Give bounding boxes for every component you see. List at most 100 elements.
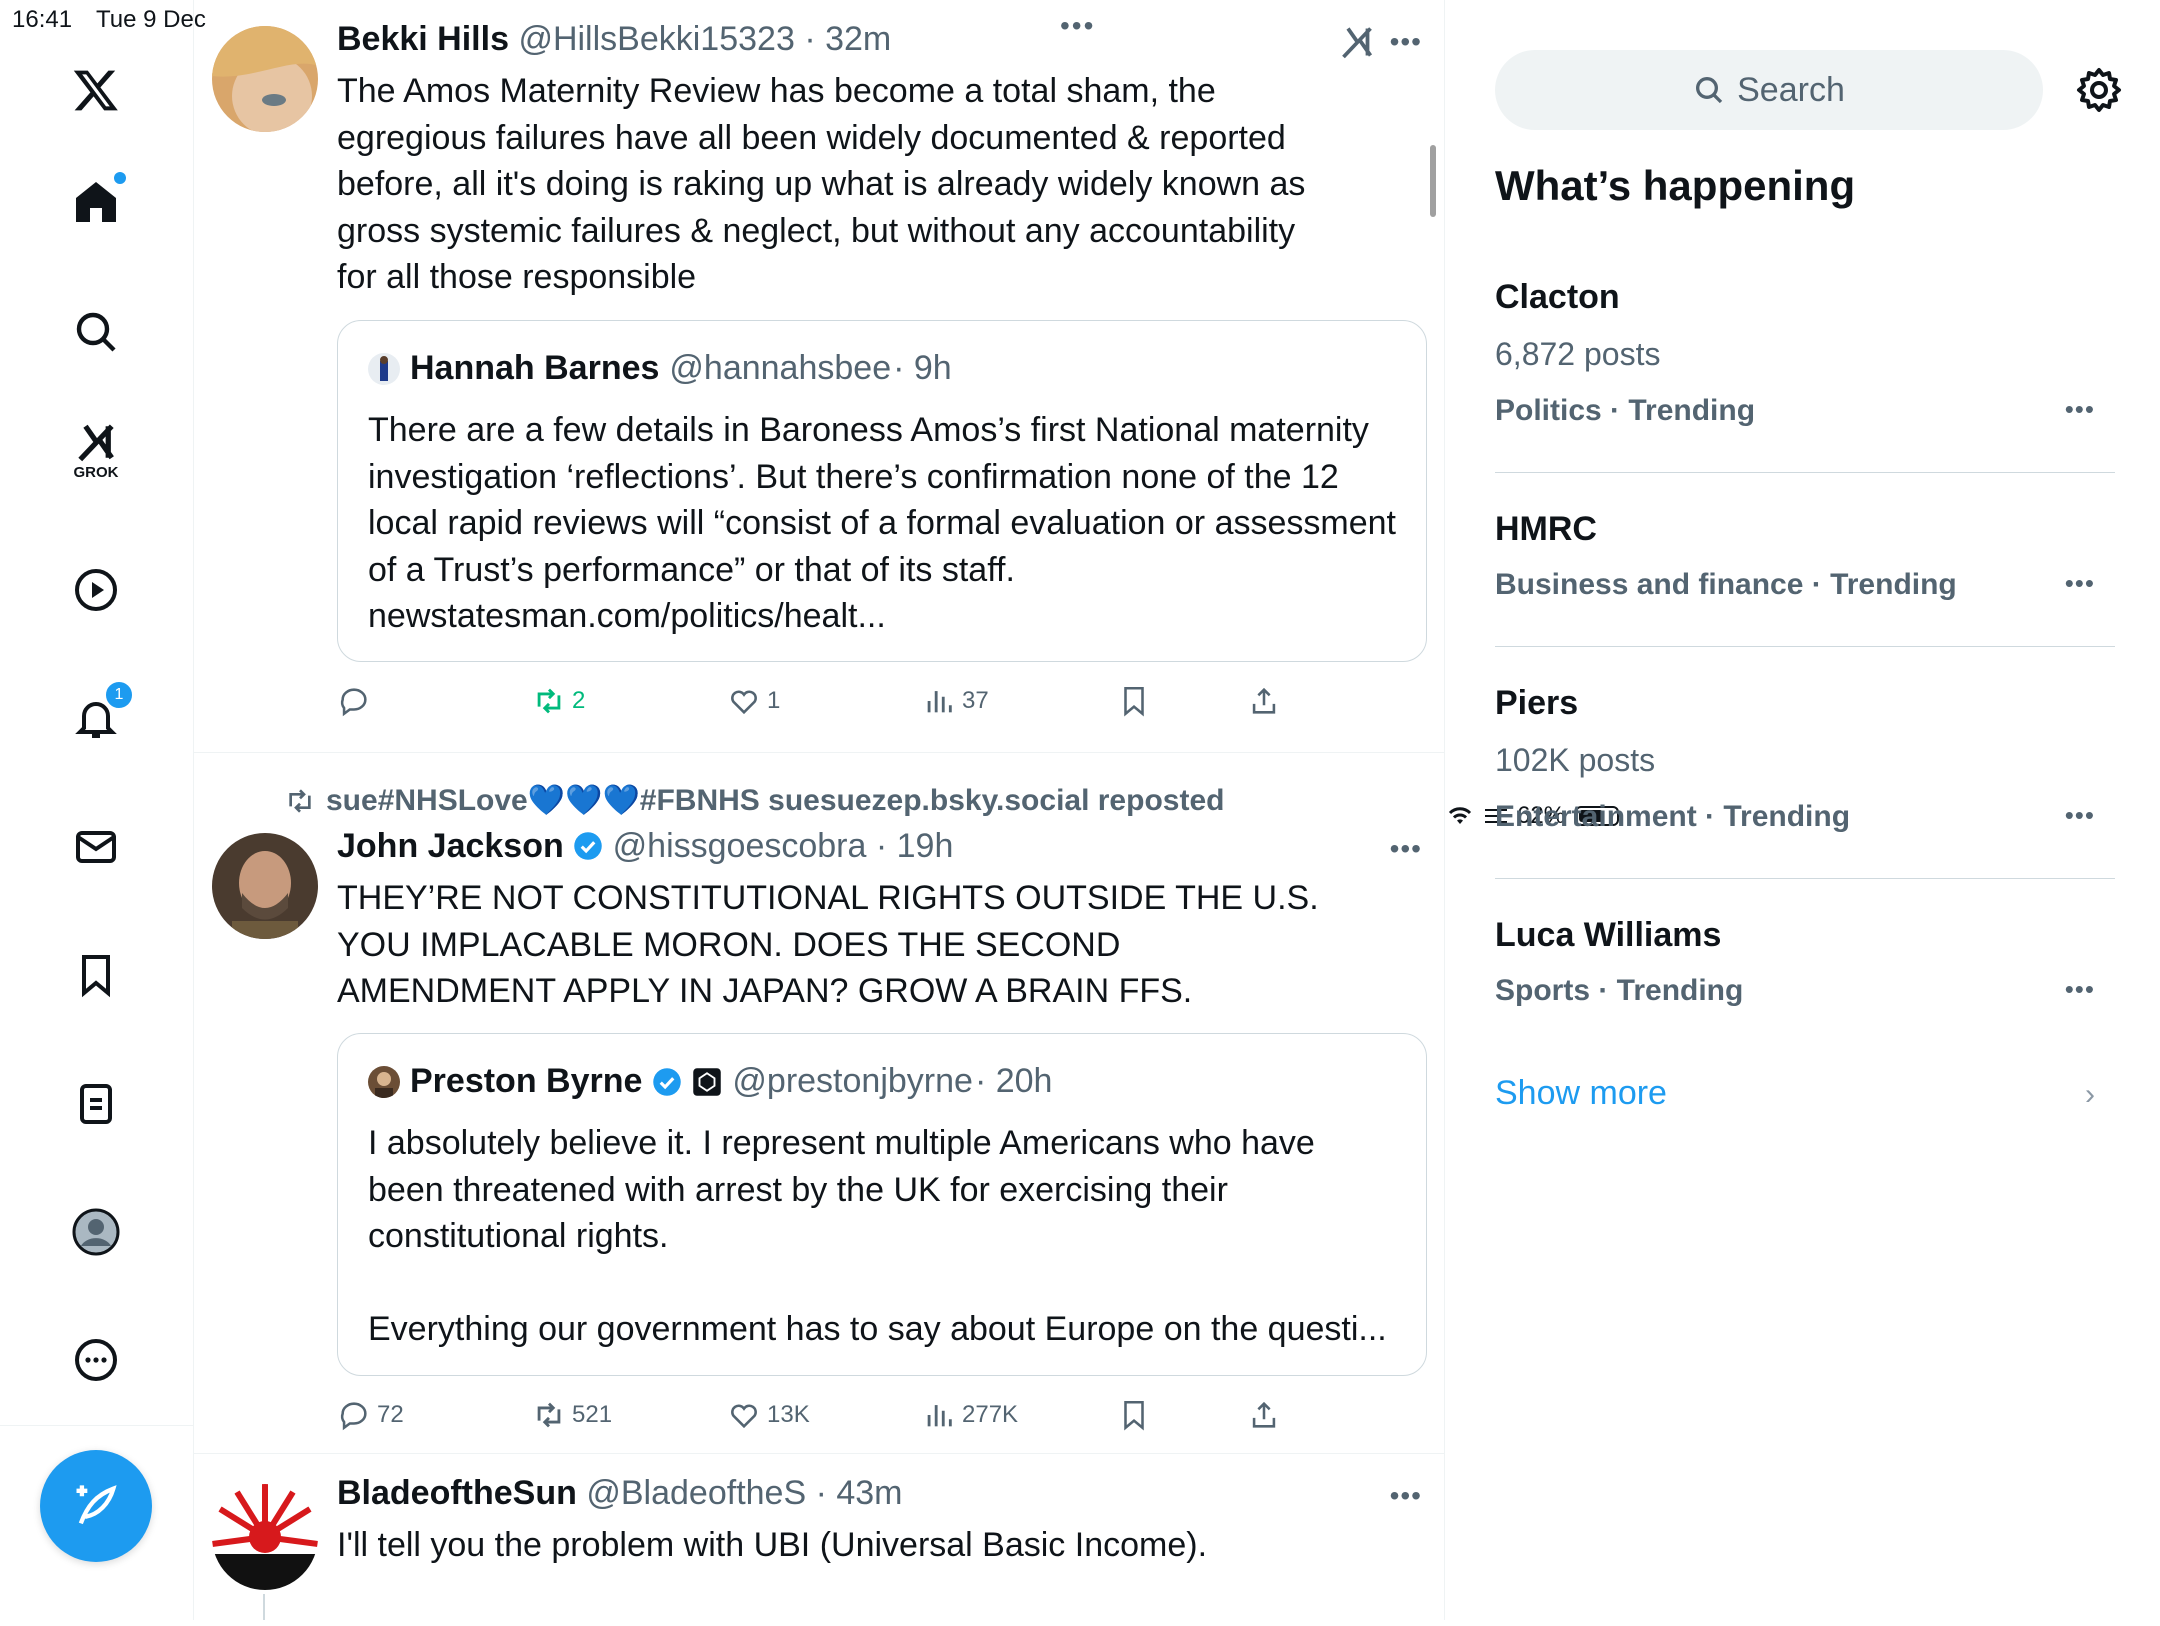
trend-more-icon[interactable]: ••• xyxy=(2065,568,2095,599)
reply-button[interactable] xyxy=(337,684,371,718)
reply-icon xyxy=(340,688,367,717)
share-icon xyxy=(1252,687,1276,714)
repost-button[interactable]: 521 xyxy=(532,1398,612,1432)
document-svg xyxy=(80,1084,112,1124)
views-icon xyxy=(927,1405,952,1427)
share-button[interactable] xyxy=(1247,684,1281,718)
trend-more-icon[interactable]: ••• xyxy=(2065,800,2095,831)
trend-more-icon[interactable]: ••• xyxy=(2065,394,2095,425)
views-button[interactable]: 37 xyxy=(922,684,989,718)
trend-item[interactable]: Luca Williams Sports · Trending ••• xyxy=(1495,916,2115,1016)
play-circle-svg xyxy=(75,569,117,611)
quote-author-name: Hannah Barnes xyxy=(410,349,660,387)
trend-posts: 6,872 posts xyxy=(1495,336,1661,372)
trend-divider xyxy=(1495,878,2115,879)
more-options-icon[interactable] xyxy=(64,1328,128,1392)
search-icon[interactable] xyxy=(64,300,128,364)
x-logo-svg xyxy=(73,70,118,111)
more-icon[interactable]: ••• xyxy=(1390,26,1422,58)
quoted-tweet[interactable]: Preston Byrne @prestonjbyrne · 20h I abs… xyxy=(337,1033,1427,1376)
reply-icon xyxy=(340,1402,367,1431)
author-name[interactable]: John Jackson xyxy=(337,827,564,865)
heart-icon xyxy=(731,1404,757,1429)
bookmark-button[interactable] xyxy=(1117,684,1151,718)
quoted-tweet[interactable]: Hannah Barnes @hannahsbee · 9h There are… xyxy=(337,320,1427,662)
tweet-header: Bekki Hills @HillsBekki15323 · 32m xyxy=(337,20,891,59)
author-name[interactable]: Bekki Hills xyxy=(337,20,509,58)
bookmarks-icon[interactable] xyxy=(64,943,128,1007)
trend-meta: Entertainment · Trending xyxy=(1495,800,1851,833)
reply-button[interactable]: 72 xyxy=(337,1398,404,1432)
avatar-image xyxy=(212,833,318,939)
right-sidebar: Search What’s happening Clacton 6,872 po… xyxy=(1445,0,2160,1620)
quote-header: Preston Byrne @prestonjbyrne · 20h xyxy=(368,1062,1052,1101)
whats-happening-title: What’s happening xyxy=(1495,162,1856,209)
author-handle[interactable]: @BladeoftheS xyxy=(586,1474,806,1512)
view-count: 37 xyxy=(962,687,989,714)
x-logo-icon[interactable] xyxy=(64,58,128,122)
quote-author-handle: @prestonjbyrne xyxy=(732,1062,973,1100)
quote-avatar-image xyxy=(368,352,400,385)
envelope-svg xyxy=(76,831,116,863)
tweet[interactable]: Bekki Hills @HillsBekki15323 · 32m ••• T… xyxy=(194,0,1444,753)
grok-icon[interactable]: GROK xyxy=(64,420,128,484)
trend-item[interactable]: Piers 102K posts Entertainment · Trendin… xyxy=(1495,684,2115,834)
share-icon xyxy=(1252,1401,1276,1428)
gear-icon[interactable] xyxy=(2075,66,2123,114)
notifications-icon[interactable]: 1 xyxy=(64,680,134,750)
home-svg xyxy=(76,182,116,222)
repost-context-text[interactable]: sue#NHSLove💙💙💙#FBNHS suesuezep.bsky.soci… xyxy=(326,783,1224,818)
chevron-right-icon[interactable]: › xyxy=(2085,1078,2095,1112)
lists-icon[interactable] xyxy=(64,1072,128,1136)
trend-name: HMRC xyxy=(1495,510,1597,548)
compose-post-button[interactable] xyxy=(40,1450,152,1562)
scrollbar[interactable] xyxy=(1430,145,1436,217)
more-icon[interactable]: ••• xyxy=(1390,1480,1422,1512)
search-input[interactable]: Search xyxy=(1495,50,2043,130)
grok-icon[interactable] xyxy=(1339,24,1375,60)
avatar[interactable] xyxy=(212,26,318,132)
home-unread-dot xyxy=(114,172,126,184)
views-button[interactable]: 277K xyxy=(922,1398,1018,1432)
verified-icon xyxy=(653,1067,682,1096)
grok-label: GROK xyxy=(73,464,119,481)
quote-text: There are a few details in Baroness Amos… xyxy=(368,411,1396,635)
repost-button[interactable]: 2 xyxy=(532,684,585,718)
avatar-image xyxy=(212,1484,318,1590)
author-handle[interactable]: @HillsBekki15323 xyxy=(518,20,794,58)
messages-icon[interactable] xyxy=(64,815,128,879)
views-icon xyxy=(927,691,952,713)
left-nav: GROK 1 xyxy=(0,0,194,1620)
tweet[interactable]: sue#NHSLove💙💙💙#FBNHS suesuezep.bsky.soci… xyxy=(194,753,1444,1454)
show-more-link[interactable]: Show more xyxy=(1495,1074,1667,1113)
author-name[interactable]: BladeoftheSun xyxy=(337,1474,577,1512)
like-button[interactable]: 13K xyxy=(727,1398,810,1432)
tweet[interactable]: BladeoftheSun @BladeoftheS · 43m ••• I'l… xyxy=(194,1454,1444,1620)
share-button[interactable] xyxy=(1247,1398,1281,1432)
repost-context: sue#NHSLove💙💙💙#FBNHS suesuezep.bsky.soci… xyxy=(284,783,1224,818)
video-icon[interactable] xyxy=(64,558,128,622)
timeline-feed: Bekki Hills @HillsBekki15323 · 32m ••• T… xyxy=(194,0,1445,1620)
tweet-header: BladeoftheSun @BladeoftheS · 43m xyxy=(337,1474,903,1513)
trend-more-icon[interactable]: ••• xyxy=(2065,974,2095,1005)
tweet-text: The Amos Maternity Review has become a t… xyxy=(337,72,1306,296)
profile-icon[interactable] xyxy=(64,1200,128,1264)
more-icon[interactable]: ••• xyxy=(1390,833,1422,865)
repost-icon xyxy=(537,688,561,714)
author-handle[interactable]: @hissgoescobra xyxy=(613,827,867,865)
bookmark-button[interactable] xyxy=(1117,1398,1151,1432)
trend-item[interactable]: HMRC Business and finance · Trending ••• xyxy=(1495,510,2115,610)
search-icon xyxy=(1696,77,1723,104)
home-icon[interactable] xyxy=(64,170,128,234)
tweet-actions: 72 521 13K 277K xyxy=(337,1398,1337,1438)
like-button[interactable]: 1 xyxy=(727,684,780,718)
like-count: 1 xyxy=(767,687,781,714)
profile-avatar-svg xyxy=(72,1208,120,1256)
avatar[interactable] xyxy=(212,833,318,939)
thread-line xyxy=(263,1594,265,1620)
trend-item[interactable]: Clacton 6,872 posts Politics · Trending … xyxy=(1495,278,2115,428)
post-time: · 43m xyxy=(815,1474,903,1512)
quote-time: · 9h xyxy=(893,349,952,387)
avatar[interactable] xyxy=(212,1484,318,1590)
trend-meta: Sports · Trending xyxy=(1495,974,1744,1007)
